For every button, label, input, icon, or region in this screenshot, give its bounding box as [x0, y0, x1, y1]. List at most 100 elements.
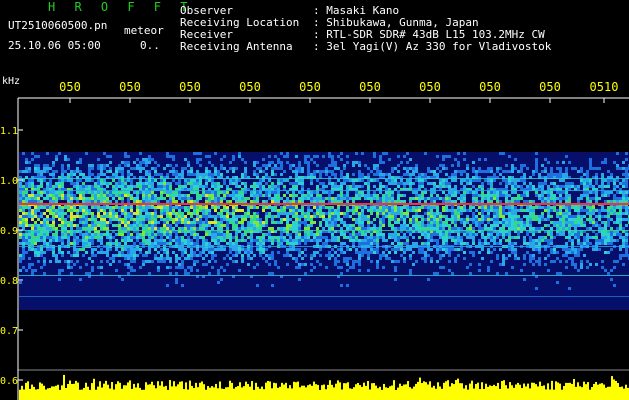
noise-pixel [268, 164, 271, 167]
noise-pixel [556, 185, 559, 188]
noise-pixel [319, 170, 322, 173]
noise-pixel [103, 182, 106, 185]
noise-pixel [436, 272, 439, 275]
noise-pixel [106, 170, 109, 173]
noise-pixel [136, 206, 139, 209]
noise-pixel [424, 197, 427, 200]
noise-pixel [37, 254, 40, 257]
noise-pixel [49, 167, 52, 170]
noise-pixel [73, 170, 76, 173]
noise-pixel [199, 173, 202, 176]
noise-pixel [361, 206, 364, 209]
noise-pixel [55, 185, 58, 188]
noise-pixel [595, 263, 598, 266]
noise-pixel [40, 221, 43, 224]
noise-pixel [289, 236, 292, 239]
noise-pixel [241, 218, 244, 221]
noise-pixel [379, 158, 382, 161]
noise-pixel [205, 221, 208, 224]
noise-pixel [211, 197, 214, 200]
noise-pixel [121, 218, 124, 221]
noise-pixel [103, 194, 106, 197]
noise-pixel [100, 194, 103, 197]
noise-pixel [394, 182, 397, 185]
noise-pixel [517, 179, 520, 182]
noise-pixel [343, 221, 346, 224]
amplitude-bar [251, 381, 253, 400]
noise-pixel [577, 224, 580, 227]
noise-pixel [151, 158, 154, 161]
noise-pixel [415, 194, 418, 197]
noise-pixel [457, 254, 460, 257]
amplitude-bar [337, 380, 339, 400]
amplitude-bar [331, 384, 333, 400]
noise-pixel [274, 200, 277, 203]
noise-pixel [565, 182, 568, 185]
noise-pixel [412, 209, 415, 212]
noise-pixel [427, 215, 430, 218]
noise-pixel [187, 266, 190, 269]
noise-pixel [61, 191, 64, 194]
noise-pixel [595, 179, 598, 182]
amplitude-bar [477, 382, 479, 400]
amplitude-bar [91, 383, 93, 400]
noise-pixel [55, 236, 58, 239]
noise-pixel [106, 212, 109, 215]
noise-pixel [199, 227, 202, 230]
noise-pixel [79, 209, 82, 212]
noise-pixel [196, 254, 199, 257]
amplitude-bar [249, 386, 251, 400]
noise-pixel [553, 209, 556, 212]
noise-pixel [337, 197, 340, 200]
noise-pixel [502, 254, 505, 257]
noise-pixel [259, 248, 262, 251]
noise-pixel [229, 194, 232, 197]
noise-pixel [415, 224, 418, 227]
noise-pixel [343, 167, 346, 170]
noise-pixel [127, 206, 130, 209]
noise-pixel [34, 254, 37, 257]
noise-pixel [331, 221, 334, 224]
noise-pixel [142, 194, 145, 197]
noise-pixel [427, 239, 430, 242]
noise-pixel [91, 254, 94, 257]
noise-pixel [526, 209, 529, 212]
noise-pixel [421, 191, 424, 194]
noise-pixel [139, 251, 142, 254]
noise-pixel [511, 209, 514, 212]
amplitude-bar [63, 374, 65, 400]
noise-pixel [127, 161, 130, 164]
noise-pixel [82, 206, 85, 209]
noise-pixel [607, 239, 610, 242]
noise-pixel [157, 185, 160, 188]
noise-pixel [175, 206, 178, 209]
noise-pixel [505, 257, 508, 260]
noise-pixel [310, 158, 313, 161]
noise-pixel [157, 227, 160, 230]
noise-pixel [241, 254, 244, 257]
noise-pixel [364, 197, 367, 200]
amplitude-bar [439, 386, 441, 400]
noise-pixel [562, 254, 565, 257]
noise-pixel [514, 236, 517, 239]
noise-pixel [166, 254, 169, 257]
noise-pixel [148, 260, 151, 263]
noise-pixel [436, 224, 439, 227]
noise-pixel [403, 194, 406, 197]
noise-pixel [136, 224, 139, 227]
noise-pixel [286, 152, 289, 155]
noise-pixel [280, 233, 283, 236]
noise-pixel [172, 218, 175, 221]
noise-pixel [547, 269, 550, 272]
noise-pixel [49, 224, 52, 227]
noise-pixel [124, 179, 127, 182]
noise-pixel [58, 152, 61, 155]
noise-pixel [73, 173, 76, 176]
noise-pixel [577, 254, 580, 257]
noise-pixel [184, 269, 187, 272]
noise-pixel [409, 185, 412, 188]
noise-pixel [100, 200, 103, 203]
noise-pixel [307, 227, 310, 230]
noise-pixel [487, 206, 490, 209]
noise-pixel [385, 173, 388, 176]
